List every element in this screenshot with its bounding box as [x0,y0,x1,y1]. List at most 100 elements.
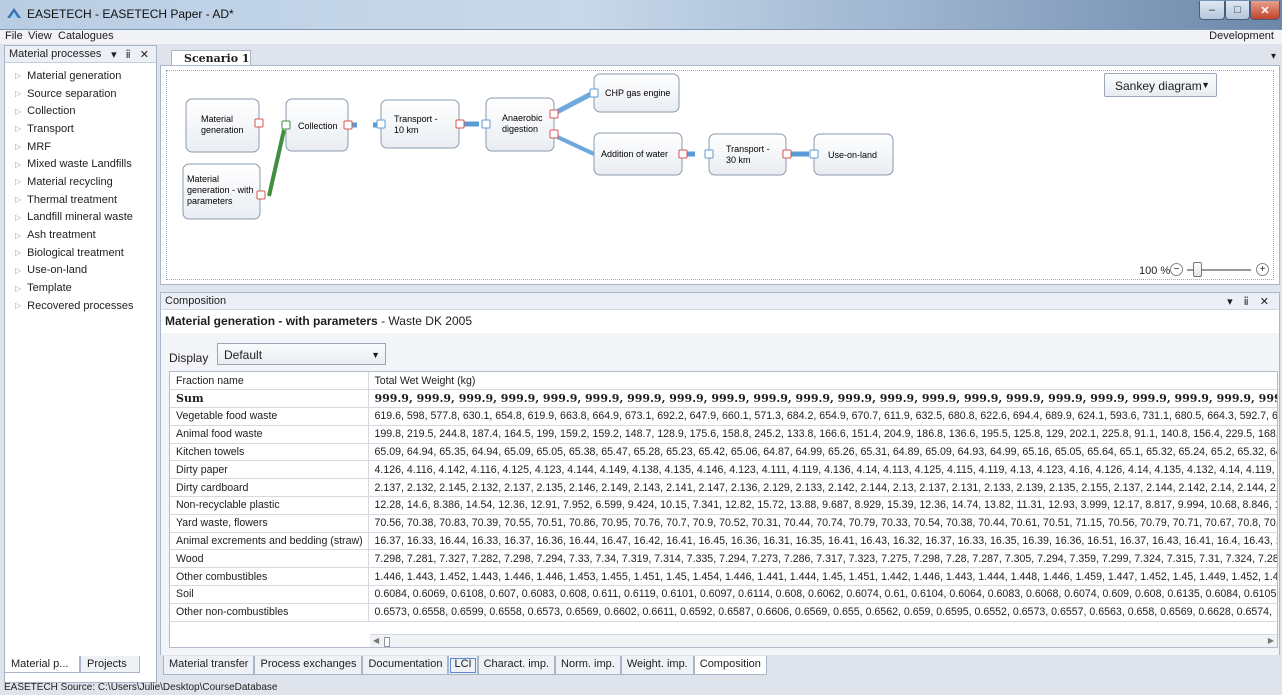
weight-values-cell: 2.137, 2.132, 2.145, 2.132, 2.137, 2.135… [368,478,1277,498]
scroll-right-icon[interactable]: ▶ [1268,636,1274,645]
result-tabs: Material transfer Process exchanges Docu… [163,656,767,675]
tab-norm-imp[interactable]: Norm. imp. [555,656,621,675]
column-header[interactable]: Fraction name [170,372,369,391]
process-item[interactable]: ▷ Collection [5,102,156,120]
expand-icon[interactable]: ▷ [15,124,21,133]
weight-values-cell: 0.6084, 0.6069, 0.6108, 0.607, 0.6083, 0… [368,585,1277,604]
sum-values: 999.9, 999.9, 999.9, 999.9, 999.9, 999.9… [368,389,1277,409]
zoom-out-button[interactable]: − [1170,263,1183,276]
title-bar: EASETECH - EASETECH Paper - AD* – □ ✕ [0,0,1282,30]
process-item[interactable]: ▷ Material recycling [5,173,156,191]
fraction-name-cell: Kitchen towels [170,443,369,462]
expand-icon[interactable]: ▷ [15,266,21,275]
process-node-transport-30km[interactable]: Transport - 30 km [704,133,792,176]
table-row[interactable]: Wood 7.298, 7.281, 7.327, 7.282, 7.298, 7… [170,549,1277,569]
display-select[interactable]: Default ▼ [217,343,386,365]
table-header-row: Fraction name Total Wet Weight (kg) [170,372,1277,391]
menu-file[interactable]: File [5,30,23,42]
tab-material-transfer[interactable]: Material transfer [163,656,255,675]
process-item[interactable]: ▷ Transport [5,120,156,138]
process-node-chp-gas-engine[interactable]: CHP gas engine [589,73,680,113]
table-row[interactable]: Non-recyclable plastic 12.28, 14.6, 8.386… [170,496,1277,515]
node-label: generation [201,125,244,135]
process-item[interactable]: ▷ MRF [5,138,156,156]
table-row[interactable]: Dirty paper 4.126, 4.116, 4.142, 4.116, 4… [170,460,1277,480]
sum-row[interactable]: Sum 999.9, 999.9, 999.9, 999.9, 999.9, 9… [170,389,1277,409]
tab-material-processes[interactable]: Material p... [4,656,80,673]
process-item[interactable]: ▷ Material generation [5,67,156,85]
horizontal-scrollbar[interactable]: ◀ ▶ [370,634,1277,647]
view-mode-select[interactable]: Sankey diagram ▼ [1104,73,1217,97]
scroll-thumb[interactable] [384,637,390,647]
process-node-use-on-land[interactable]: Use-on-land [809,133,894,176]
table-row[interactable]: Yard waste, flowers 70.56, 70.38, 70.83, … [170,514,1277,533]
minimize-button[interactable]: – [1199,1,1225,20]
fraction-name-cell: Wood [170,549,369,569]
process-item[interactable]: ▷ Thermal treatment [5,191,156,209]
process-node-collection[interactable]: Collection [281,98,353,152]
process-node-anaerobic-digestion[interactable]: Anaerobic digestion [481,97,559,152]
table-row[interactable]: Vegetable food waste 619.6, 598, 577.8, 6… [170,407,1277,426]
panel-controls[interactable]: ▾ ⅱ ✕ [1227,295,1273,308]
tab-scenario-1[interactable]: Scenario 1 [171,50,251,66]
process-node-material-generation-with-parameters[interactable]: Material generation - with parameters [182,163,266,220]
zoom-slider-thumb[interactable] [1192,262,1202,277]
menu-catalogues[interactable]: Catalogues [58,30,114,42]
expand-icon[interactable]: ▷ [15,177,21,186]
process-diagram[interactable]: Material generation Material generation … [161,66,1279,284]
expand-icon[interactable]: ▷ [15,231,21,240]
panel-header: Material processes ▾ ⅱ ✕ [5,46,156,63]
process-item[interactable]: ▷ Recovered processes [5,297,156,315]
composition-table-container[interactable]: Fraction name Total Wet Weight (kg) Sum … [169,371,1278,648]
expand-icon[interactable]: ▷ [15,213,21,222]
menu-development[interactable]: Development [1209,30,1274,42]
scenario-canvas[interactable]: Material generation Material generation … [160,65,1280,285]
process-item[interactable]: ▷ Use-on-land [5,262,156,280]
tab-menu-icon[interactable]: ▾ [1271,51,1276,62]
zoom-in-button[interactable]: + [1256,263,1269,276]
expand-icon[interactable]: ▷ [15,89,21,98]
process-node-material-generation[interactable]: Material generation [185,98,264,153]
table-row[interactable]: Animal excrements and bedding (straw) 16.… [170,532,1277,551]
expand-icon[interactable]: ▷ [15,248,21,257]
process-node-transport-10km[interactable]: Transport - 10 km [376,99,465,149]
expand-icon[interactable]: ▷ [15,284,21,293]
tab-process-exchanges[interactable]: Process exchanges [254,656,363,675]
tab-lci[interactable]: LCI [448,656,478,675]
table-row[interactable]: Animal food waste 199.8, 219.5, 244.8, 18… [170,425,1277,444]
column-header[interactable]: Total Wet Weight (kg) [368,372,1277,391]
scenario-tabstrip: Scenario 1 ▾ [160,45,1282,66]
svg-text:Collection: Collection [298,121,338,131]
tab-weight-imp[interactable]: Weight. imp. [620,656,694,675]
tab-charact-imp[interactable]: Charact. imp. [477,656,556,675]
table-row[interactable]: Other combustibles 1.446, 1.443, 1.452, 1… [170,567,1277,587]
expand-icon[interactable]: ▷ [15,142,21,151]
process-item[interactable]: ▷ Template [5,279,156,297]
flow-arrow-green [267,129,286,197]
panel-controls[interactable]: ▾ ⅱ ✕ [111,48,152,61]
process-node-addition-of-water[interactable]: Addition of water [593,132,688,176]
table-row[interactable]: Soil 0.6084, 0.6069, 0.6108, 0.607, 0.608… [170,585,1277,604]
tab-composition[interactable]: Composition [693,656,767,675]
process-item[interactable]: ▷ Biological treatment [5,244,156,262]
menu-view[interactable]: View [28,30,52,42]
tab-documentation[interactable]: Documentation [362,656,449,675]
process-item[interactable]: ▷ Source separation [5,85,156,103]
expand-icon[interactable]: ▷ [15,160,21,169]
material-processes-panel: Material processes ▾ ⅱ ✕ ▷ Material gener… [4,45,157,683]
process-item[interactable]: ▷ Mixed waste Landfills [5,155,156,173]
table-row[interactable]: Other non-combustibles 0.6573, 0.6558, 0.… [170,603,1277,622]
expand-icon[interactable]: ▷ [15,195,21,204]
expand-icon[interactable]: ▷ [15,301,21,310]
expand-icon[interactable]: ▷ [15,71,21,80]
table-row[interactable]: Kitchen towels 65.09, 64.94, 65.35, 64.94… [170,443,1277,462]
process-item[interactable]: ▷ Ash treatment [5,226,156,244]
table-row[interactable]: Dirty cardboard 2.137, 2.132, 2.145, 2.13… [170,478,1277,498]
tab-projects[interactable]: Projects [80,656,140,673]
expand-icon[interactable]: ▷ [15,107,21,116]
fraction-name-cell: Other non-combustibles [170,603,369,622]
process-item[interactable]: ▷ Landfill mineral waste [5,209,156,227]
close-button[interactable]: ✕ [1250,1,1280,20]
scroll-left-icon[interactable]: ◀ [373,636,379,645]
maximize-button[interactable]: □ [1225,1,1250,20]
